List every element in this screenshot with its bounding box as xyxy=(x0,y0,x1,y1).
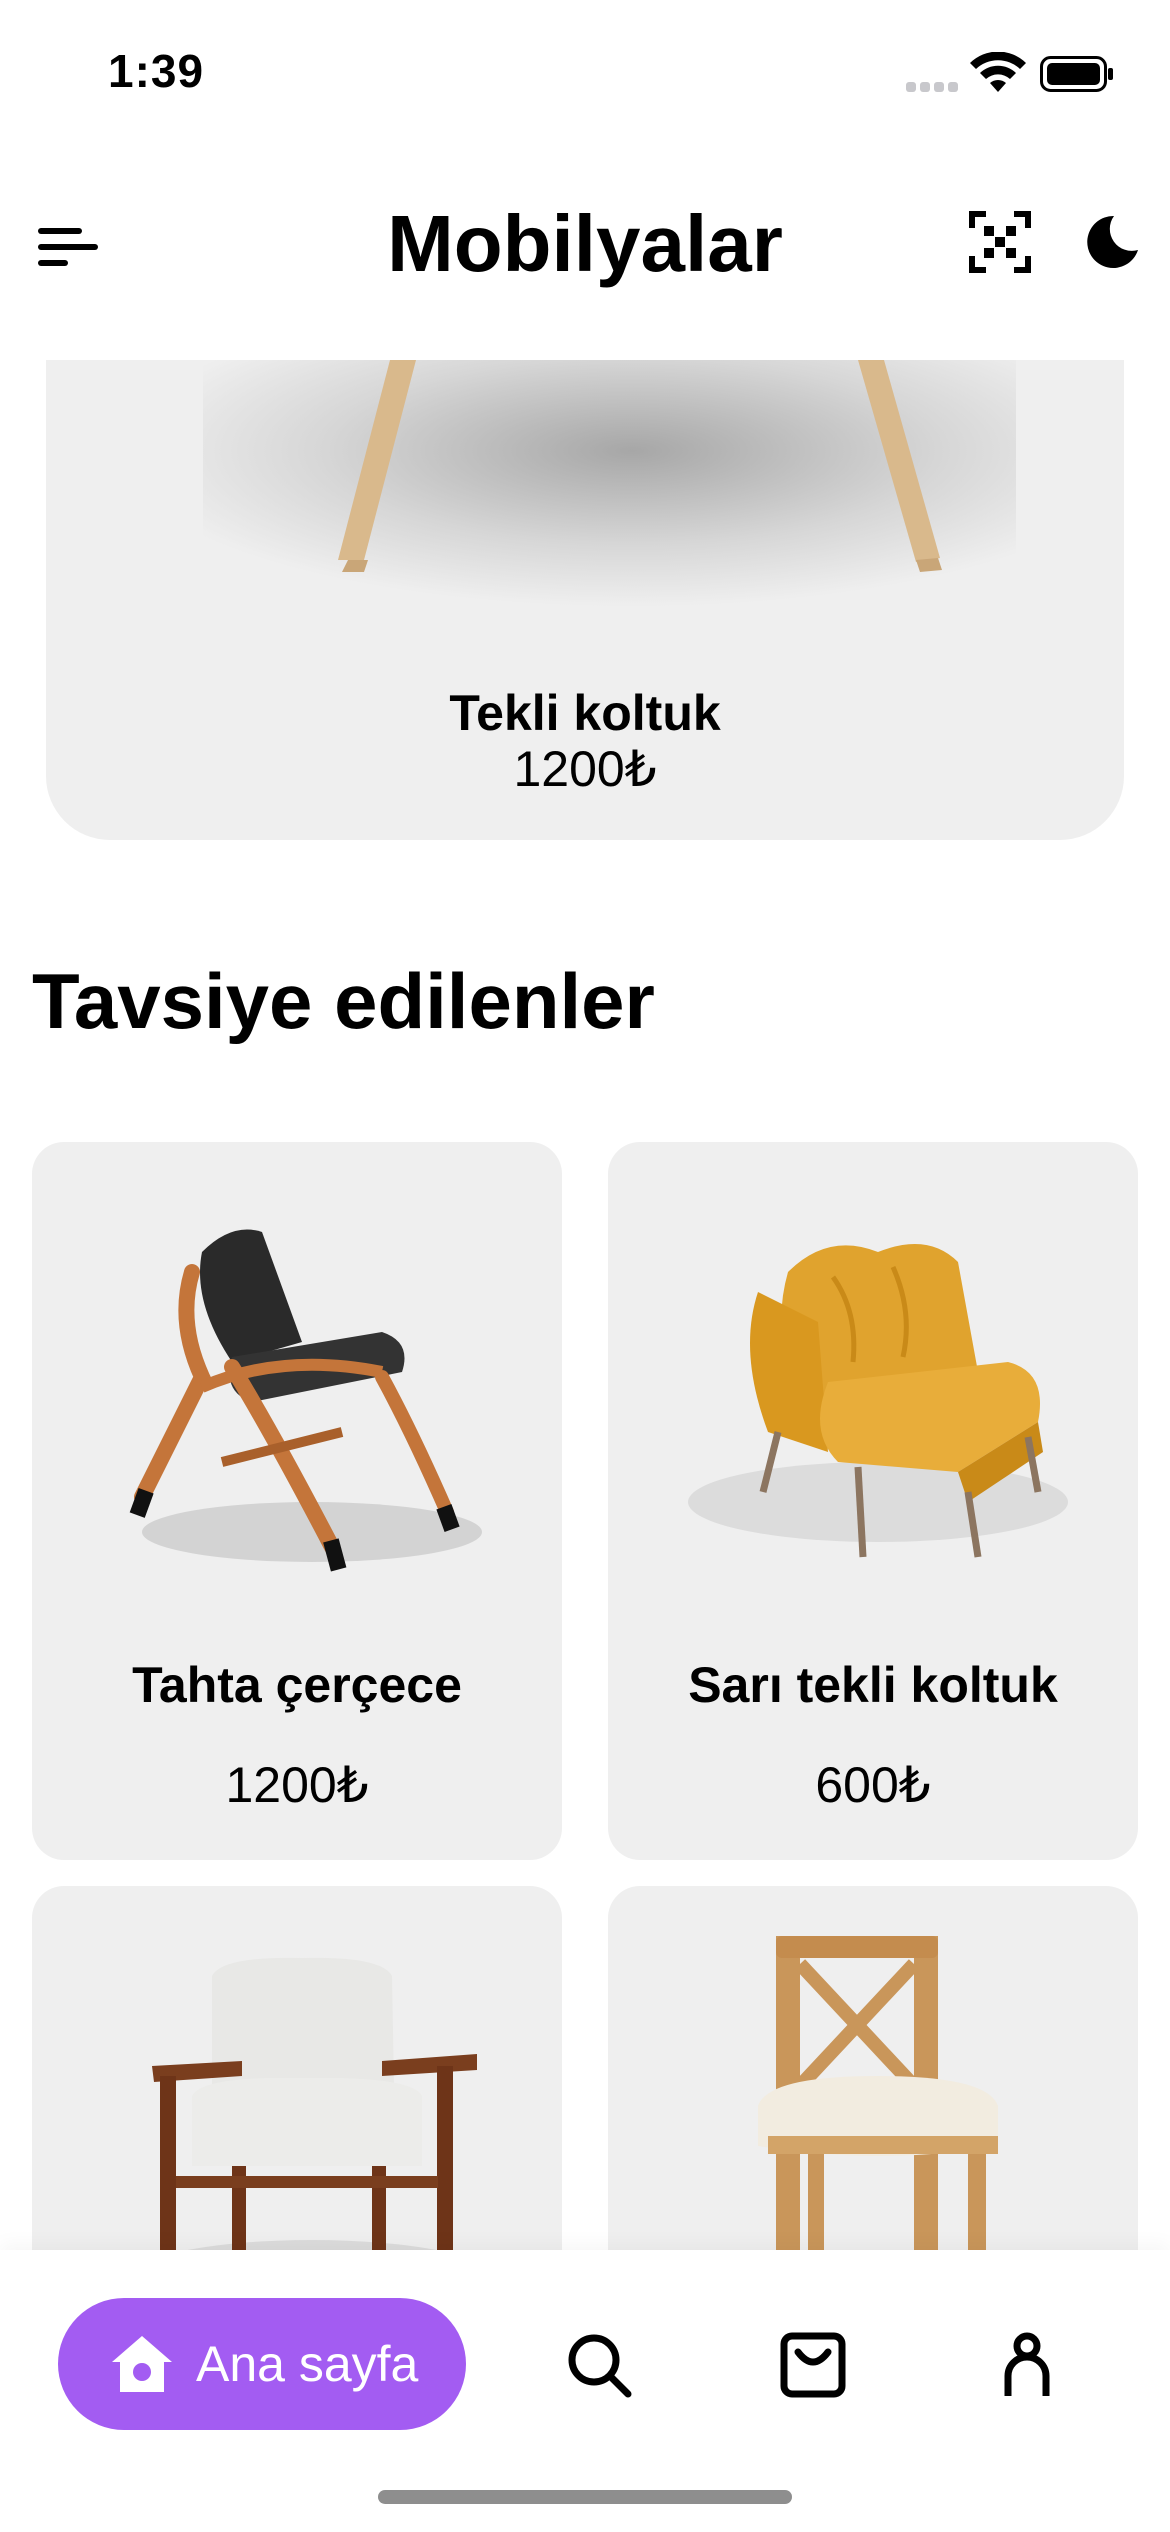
featured-product-price: 1200₺ xyxy=(513,741,657,797)
product-card[interactable]: Tahta çerçece 1200₺ xyxy=(32,1142,562,1860)
product-image xyxy=(152,1957,477,2250)
product-card[interactable]: Sarı tekli koltuk 600₺ xyxy=(608,1142,1138,1860)
wifi-icon xyxy=(970,52,1026,92)
qr-scan-icon[interactable] xyxy=(968,210,1032,274)
product-image xyxy=(758,1936,998,2250)
shopping-bag-icon[interactable] xyxy=(778,2330,848,2400)
section-title: Tavsiye edilenler xyxy=(32,957,655,1045)
product-image xyxy=(203,360,1016,620)
product-name: Sarı tekli koltuk xyxy=(688,1657,1058,1713)
moon-icon[interactable] xyxy=(1078,210,1142,274)
featured-product-card[interactable]: Tekli koltuk 1200₺ xyxy=(46,360,1124,840)
status-time: 1:39 xyxy=(108,45,205,97)
product-price: 1200₺ xyxy=(225,1757,369,1813)
profile-icon[interactable] xyxy=(992,2330,1062,2400)
product-card[interactable] xyxy=(32,1886,562,2250)
main-content[interactable]: Tekli koltuk 1200₺ Tavsiye edilenler Tah… xyxy=(0,360,1170,2250)
home-icon xyxy=(112,2336,172,2392)
product-card[interactable] xyxy=(608,1886,1138,2250)
nav-home-tab[interactable]: Ana sayfa xyxy=(58,2298,466,2430)
app-header: Mobilyalar xyxy=(0,160,1170,360)
product-image xyxy=(688,1244,1068,1558)
signal-icon xyxy=(906,82,960,92)
product-name: Tahta çerçece xyxy=(132,1657,462,1713)
home-indicator xyxy=(378,2490,792,2504)
featured-product-name: Tekli koltuk xyxy=(449,685,721,741)
nav-home-label: Ana sayfa xyxy=(196,2336,419,2392)
product-image xyxy=(129,1229,482,1572)
search-icon[interactable] xyxy=(564,2330,634,2400)
status-bar: 1:39 xyxy=(0,0,1170,150)
battery-icon xyxy=(1040,56,1113,92)
bottom-navigation: Ana sayfa xyxy=(0,2250,1170,2532)
product-price: 600₺ xyxy=(815,1757,931,1813)
